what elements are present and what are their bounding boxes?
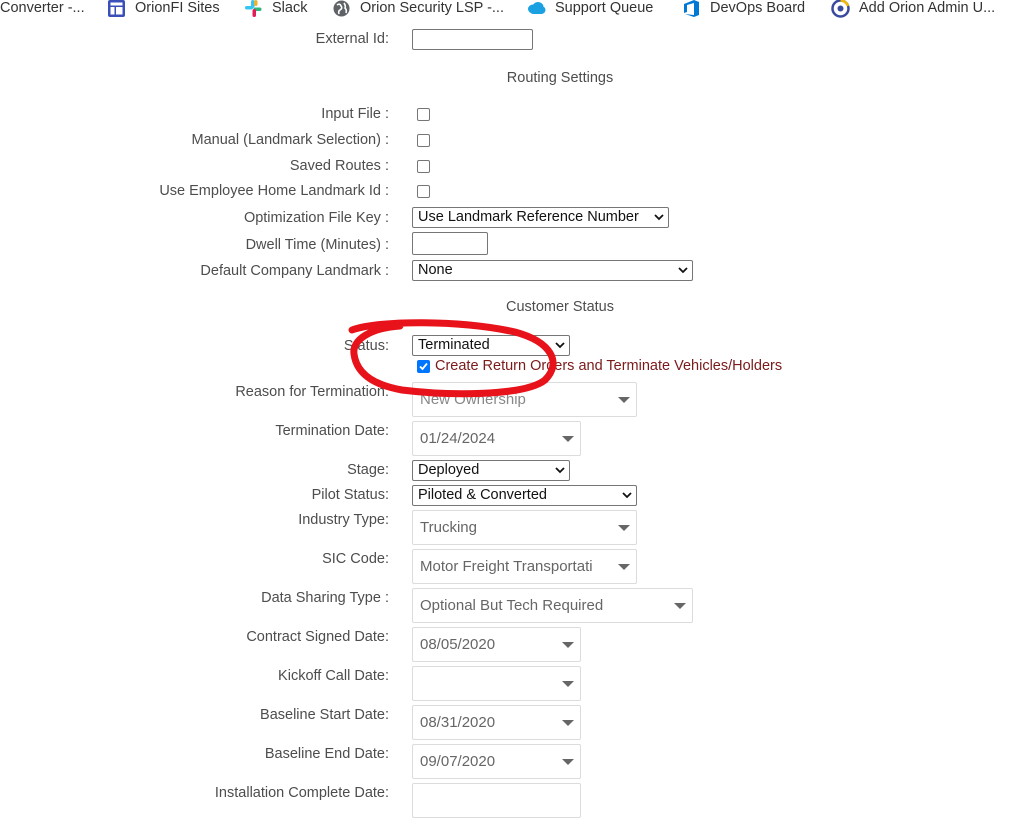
data-sharing-type-value: Optional But Tech Required	[420, 597, 604, 614]
chevron-down-icon	[678, 267, 688, 274]
termination-date-picker[interactable]: 01/24/2024	[412, 421, 581, 456]
chevron-down-icon	[555, 467, 565, 474]
saved-routes-checkbox[interactable]	[417, 160, 430, 173]
bookmark-add-orion-admin[interactable]: Add Orion Admin U...	[831, 0, 995, 19]
caret-down-icon	[562, 681, 574, 687]
salesforce-cloud-icon	[527, 0, 546, 18]
installation-complete-date-label: Installation Complete Date:	[214, 785, 389, 801]
default-company-landmark-value: None	[418, 262, 453, 278]
return-orders-checkbox[interactable]	[417, 360, 430, 373]
external-id-label: External Id:	[315, 31, 389, 47]
stage-select[interactable]: Deployed	[412, 460, 570, 481]
input-file-checkbox[interactable]	[417, 108, 430, 121]
industry-type-value: Trucking	[420, 519, 477, 536]
caret-down-icon	[562, 759, 574, 765]
kickoff-call-date-label: Kickoff Call Date:	[278, 668, 389, 684]
chevron-down-icon	[622, 492, 632, 499]
bookmark-label: Slack	[272, 0, 308, 16]
installation-complete-date-picker[interactable]	[412, 783, 581, 818]
caret-down-icon	[618, 397, 630, 403]
bookmark-orion-security[interactable]: Orion Security LSP -...	[332, 0, 504, 19]
baseline-start-date-value: 08/31/2020	[420, 714, 496, 731]
saved-routes-label: Saved Routes :	[289, 158, 389, 174]
external-id-input[interactable]	[412, 29, 533, 50]
manual-landmark-checkbox[interactable]	[417, 134, 430, 147]
sic-code-label: SIC Code:	[322, 551, 389, 567]
chevron-down-icon	[555, 342, 565, 349]
bookmark-slack[interactable]: Slack	[244, 0, 307, 19]
reason-termination-value: New Ownership	[420, 391, 526, 408]
pilot-status-select[interactable]: Piloted & Converted	[412, 485, 637, 506]
employee-home-landmark-checkbox[interactable]	[417, 185, 430, 198]
baseline-end-date-picker[interactable]: 09/07/2020	[412, 744, 581, 779]
slack-icon	[244, 0, 263, 18]
industry-type-label: Industry Type:	[298, 512, 389, 528]
caret-down-icon	[562, 436, 574, 442]
reason-termination-label: Reason for Termination:	[235, 384, 389, 400]
reason-termination-dropdown[interactable]: New Ownership	[412, 382, 637, 417]
sites-icon	[107, 0, 126, 18]
bookmark-devops-board[interactable]: DevOps Board	[682, 0, 805, 19]
bookmark-label: Orion Security LSP -...	[360, 0, 504, 16]
caret-down-icon	[618, 564, 630, 570]
contract-signed-date-picker[interactable]: 08/05/2020	[412, 627, 581, 662]
bookmark-label: OrionFI Sites	[135, 0, 220, 16]
sic-code-value: Motor Freight Transportati	[420, 558, 593, 575]
sic-code-dropdown[interactable]: Motor Freight Transportati	[412, 549, 637, 584]
dwell-time-label: Dwell Time (Minutes) :	[245, 237, 389, 253]
baseline-start-date-picker[interactable]: 08/31/2020	[412, 705, 581, 740]
checkmark-icon	[419, 362, 428, 371]
chevron-down-icon	[654, 214, 664, 221]
globe-icon	[332, 0, 351, 18]
pilot-status-label: Pilot Status:	[311, 487, 389, 503]
data-sharing-type-dropdown[interactable]: Optional But Tech Required	[412, 588, 693, 623]
routing-settings-heading: Routing Settings	[506, 70, 614, 86]
status-value: Terminated	[418, 337, 490, 353]
customer-status-heading: Customer Status	[506, 299, 614, 315]
contract-signed-date-value: 08/05/2020	[420, 636, 496, 653]
employee-home-landmark-label: Use Employee Home Landmark Id :	[159, 183, 389, 199]
optimization-file-key-select[interactable]: Use Landmark Reference Number	[412, 207, 669, 228]
bookmark-support-queue[interactable]: Support Queue	[527, 0, 653, 19]
chrome-icon	[831, 0, 850, 18]
contract-signed-date-label: Contract Signed Date:	[246, 629, 389, 645]
optimization-file-key-label: Optimization File Key :	[243, 210, 389, 226]
default-company-landmark-select[interactable]: None	[412, 260, 693, 281]
pilot-status-value: Piloted & Converted	[418, 487, 547, 503]
return-orders-label: Create Return Orders and Terminate Vehic…	[435, 358, 783, 374]
bookmarks-bar: Converter -... OrionFI Sites Slack Orion…	[0, 0, 1013, 22]
bookmark-label: Converter -...	[0, 0, 85, 16]
status-label: Status:	[343, 338, 389, 354]
caret-down-icon	[674, 603, 686, 609]
azure-devops-icon	[682, 0, 701, 18]
optimization-file-key-value: Use Landmark Reference Number	[418, 209, 639, 225]
baseline-start-date-label: Baseline Start Date:	[260, 707, 389, 723]
data-sharing-type-label: Data Sharing Type :	[261, 590, 389, 606]
bookmark-label: Support Queue	[555, 0, 654, 16]
stage-label: Stage:	[347, 462, 389, 478]
kickoff-call-date-picker[interactable]	[412, 666, 581, 701]
caret-down-icon	[562, 720, 574, 726]
bookmark-converter[interactable]: Converter -...	[0, 0, 85, 19]
termination-date-value: 01/24/2024	[420, 430, 496, 447]
bookmark-label: Add Orion Admin U...	[859, 0, 996, 16]
input-file-label: Input File :	[321, 106, 389, 122]
baseline-end-date-value: 09/07/2020	[420, 753, 496, 770]
default-company-landmark-label: Default Company Landmark :	[200, 263, 389, 279]
manual-landmark-label: Manual (Landmark Selection) :	[191, 132, 389, 148]
industry-type-dropdown[interactable]: Trucking	[412, 510, 637, 545]
baseline-end-date-label: Baseline End Date:	[264, 746, 389, 762]
termination-date-label: Termination Date:	[275, 423, 389, 439]
caret-down-icon	[618, 525, 630, 531]
stage-value: Deployed	[418, 462, 480, 478]
caret-down-icon	[562, 642, 574, 648]
bookmark-label: DevOps Board	[710, 0, 806, 16]
dwell-time-input[interactable]	[412, 232, 488, 255]
bookmark-orionfi-sites[interactable]: OrionFI Sites	[107, 0, 220, 19]
status-select[interactable]: Terminated	[412, 335, 570, 356]
